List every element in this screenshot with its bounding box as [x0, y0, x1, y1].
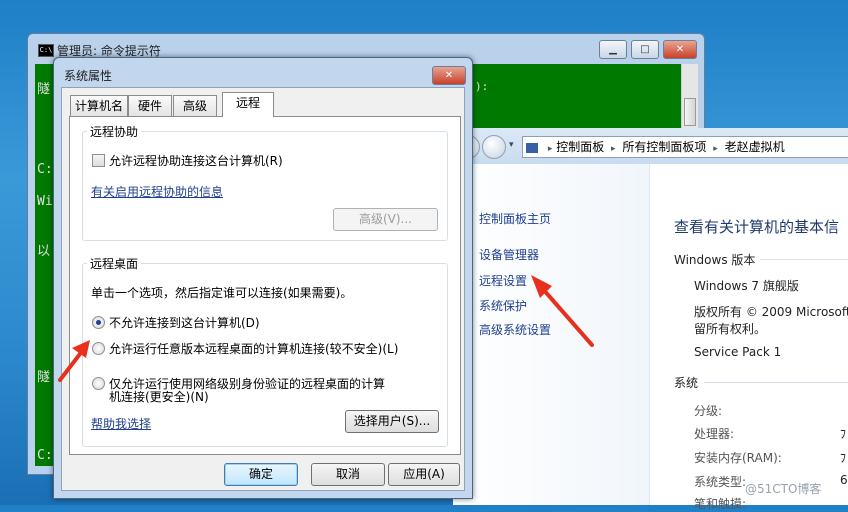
watermark: @51CTO博客	[745, 482, 822, 496]
tab-remote[interactable]: 远程	[222, 92, 274, 117]
arrow-to-radio-icon	[58, 340, 90, 382]
arrow-to-remote-settings-icon	[531, 275, 594, 347]
annotation-arrows	[58, 275, 594, 382]
